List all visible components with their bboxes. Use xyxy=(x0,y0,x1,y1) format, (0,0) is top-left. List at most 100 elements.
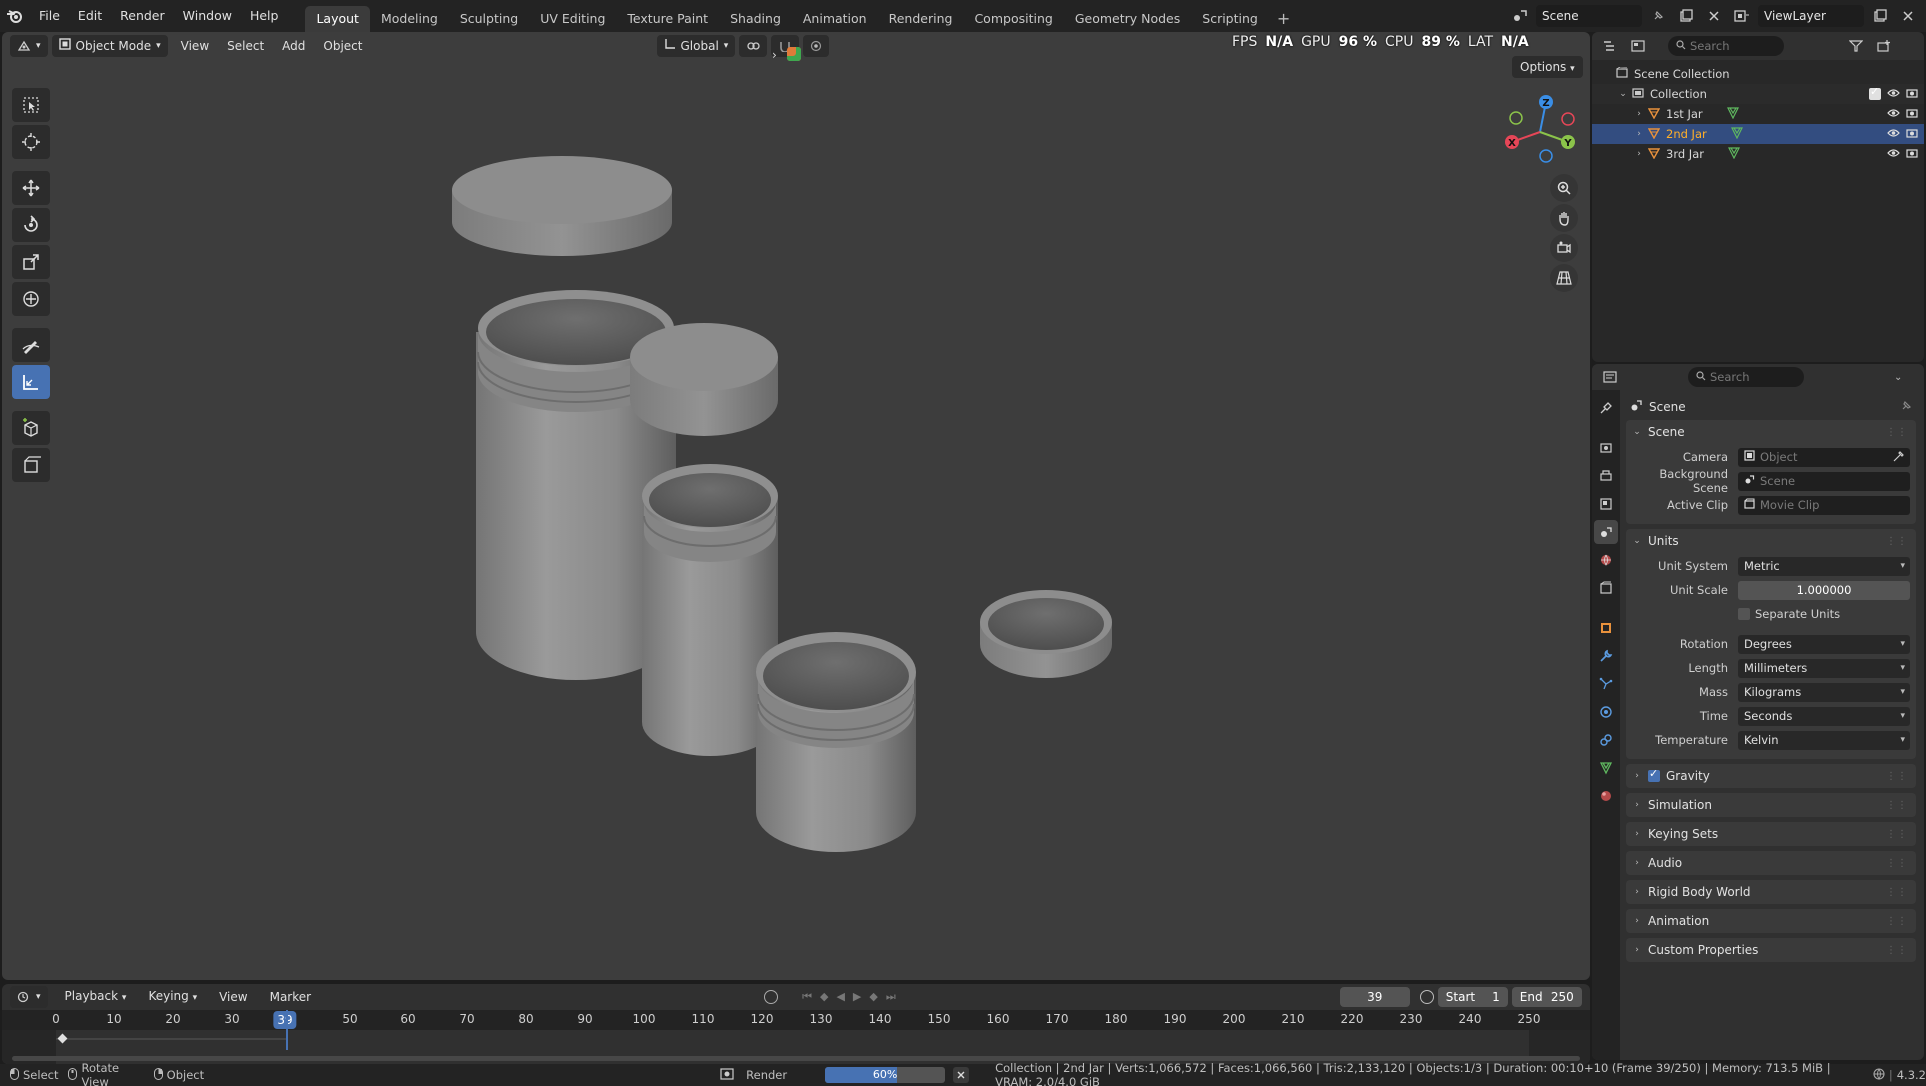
measure-tool[interactable] xyxy=(12,365,50,399)
mesh-data-icon[interactable] xyxy=(1726,106,1739,122)
render-camera-icon[interactable] xyxy=(1906,87,1918,101)
viewport-menu-view[interactable]: View xyxy=(172,35,218,57)
particles-tab-icon[interactable] xyxy=(1594,672,1618,696)
pin-icon[interactable] xyxy=(1646,5,1670,27)
background-scene-field[interactable]: Scene xyxy=(1738,471,1910,491)
chevron-right-icon[interactable]: › xyxy=(1634,109,1644,119)
timeline-ruler[interactable]: 0 10 20 30 39 50 60 70 80 90 100 110 120… xyxy=(2,1010,1590,1030)
gizmo-toggle-icon[interactable] xyxy=(787,47,801,61)
tab-shading[interactable]: Shading xyxy=(719,6,792,32)
play-reverse-icon[interactable]: ◀ xyxy=(836,990,844,1004)
mass-dropdown[interactable]: Kilograms ▾ xyxy=(1738,682,1910,702)
mesh-data-icon[interactable] xyxy=(1727,146,1740,162)
modifier-tab-icon[interactable] xyxy=(1594,644,1618,668)
display-mode-icon[interactable] xyxy=(1626,35,1650,57)
checkbox-box[interactable] xyxy=(1738,608,1750,620)
outliner-scene-collection[interactable]: Scene Collection xyxy=(1592,64,1924,84)
render-tab-icon[interactable] xyxy=(1594,436,1618,460)
drag-handle-icon[interactable]: ⋮⋮ xyxy=(1886,945,1908,956)
menu-help[interactable]: Help xyxy=(241,4,288,28)
collection-tab-icon[interactable] xyxy=(1594,576,1618,600)
drag-handle-icon[interactable]: ⋮⋮ xyxy=(1886,536,1908,547)
properties-editor-type-icon[interactable] xyxy=(1598,366,1622,388)
drag-handle-icon[interactable]: ⋮⋮ xyxy=(1886,887,1908,898)
chevron-down-icon[interactable]: ⌄ xyxy=(1618,89,1628,99)
camera-view-icon[interactable] xyxy=(1550,234,1578,262)
simulation-panel[interactable]: › Simulation ⋮⋮ xyxy=(1626,793,1916,817)
units-panel-header[interactable]: ⌄ Units ⋮⋮ xyxy=(1626,529,1916,553)
tab-sculpting[interactable]: Sculpting xyxy=(449,6,529,32)
drag-handle-icon[interactable]: ⋮⋮ xyxy=(1886,858,1908,869)
eye-icon[interactable] xyxy=(1887,87,1900,101)
3d-viewport[interactable]: ▾ Object Mode ▾ View Select Add Object G… xyxy=(2,32,1590,980)
gravity-panel[interactable]: › Gravity ⋮⋮ xyxy=(1626,764,1916,788)
gizmo-axis-z[interactable]: Z xyxy=(1539,95,1553,109)
eyedropper-icon[interactable] xyxy=(1893,449,1904,468)
camera-field[interactable]: Object xyxy=(1738,447,1910,468)
pivot-point-dropdown[interactable] xyxy=(739,35,768,57)
filter-icon[interactable] xyxy=(1844,35,1868,57)
jar-2-lid[interactable] xyxy=(630,323,778,436)
gizmo-axis-x[interactable]: X xyxy=(1505,135,1519,149)
viewport-menu-add[interactable]: Add xyxy=(273,35,314,57)
timeline-menu-marker[interactable]: Marker xyxy=(261,986,320,1008)
keyframe-marker[interactable] xyxy=(57,1033,68,1044)
keying-sets-panel[interactable]: › Keying Sets ⋮⋮ xyxy=(1626,822,1916,846)
temperature-dropdown[interactable]: Kelvin ▾ xyxy=(1738,730,1910,750)
eye-icon[interactable] xyxy=(1887,107,1900,121)
object-tab-icon[interactable] xyxy=(1594,616,1618,640)
add-workspace-icon[interactable]: + xyxy=(1269,6,1298,32)
jump-end-icon[interactable]: ⏭ xyxy=(886,990,896,1004)
scene-panel-header[interactable]: ⌄ Scene ⋮⋮ xyxy=(1626,420,1916,444)
chevron-right-icon[interactable]: › xyxy=(1634,129,1644,139)
render-camera-icon[interactable] xyxy=(1906,127,1918,141)
prev-keyframe-icon[interactable]: ◆ xyxy=(820,990,828,1004)
blender-logo-icon[interactable] xyxy=(0,0,30,32)
tab-layout[interactable]: Layout xyxy=(305,6,370,32)
annotate-tool[interactable] xyxy=(12,328,50,362)
transform-tool[interactable] xyxy=(12,282,50,316)
tab-uv-editing[interactable]: UV Editing xyxy=(529,6,616,32)
chevron-right-icon[interactable]: › xyxy=(1634,149,1644,159)
rotate-tool[interactable] xyxy=(12,208,50,242)
eye-icon[interactable] xyxy=(1887,127,1900,141)
perspective-grid-icon[interactable] xyxy=(1550,264,1578,292)
transform-orientation-dropdown[interactable]: Global ▾ xyxy=(656,35,736,57)
move-tool[interactable] xyxy=(12,171,50,205)
jar-3-lid[interactable] xyxy=(980,590,1112,678)
new-scene-icon[interactable] xyxy=(1674,5,1698,27)
end-frame-field[interactable]: End 250 xyxy=(1511,987,1582,1007)
auto-keying-toggle-icon[interactable] xyxy=(764,990,779,1004)
new-view-layer-icon[interactable] xyxy=(1868,5,1892,27)
view-layer-tab-icon[interactable] xyxy=(1594,492,1618,516)
menu-window[interactable]: Window xyxy=(174,4,241,28)
editor-type-button[interactable]: ▾ xyxy=(10,35,48,57)
view-layer-icon[interactable] xyxy=(1730,5,1754,27)
object-mode-dropdown[interactable]: Object Mode ▾ xyxy=(51,35,168,57)
navigation-gizmo[interactable]: Z X Y xyxy=(1502,94,1578,170)
world-tab-icon[interactable] xyxy=(1594,548,1618,572)
view-layer-field[interactable]: ViewLayer xyxy=(1758,5,1864,27)
unit-scale-field[interactable]: 1.000000 xyxy=(1738,580,1910,600)
scene-selector-icon[interactable] xyxy=(1508,5,1532,27)
timeline-editor-type-button[interactable]: ▾ xyxy=(10,986,48,1008)
drag-handle-icon[interactable]: ⋮⋮ xyxy=(1886,829,1908,840)
jar-3-body[interactable] xyxy=(756,632,916,852)
play-icon[interactable]: ▶ xyxy=(853,990,861,1004)
data-tab-icon[interactable] xyxy=(1594,756,1618,780)
constraints-tab-icon[interactable] xyxy=(1594,728,1618,752)
menu-render[interactable]: Render xyxy=(111,4,174,28)
playhead-line[interactable] xyxy=(286,1010,288,1050)
select-box-tool[interactable] xyxy=(12,88,50,122)
tab-scripting[interactable]: Scripting xyxy=(1191,6,1269,32)
material-tab-icon[interactable] xyxy=(1594,784,1618,808)
tab-geometry-nodes[interactable]: Geometry Nodes xyxy=(1064,6,1191,32)
length-dropdown[interactable]: Millimeters ▾ xyxy=(1738,658,1910,678)
active-clip-field[interactable]: Movie Clip xyxy=(1738,495,1910,515)
gravity-checkbox[interactable] xyxy=(1648,767,1660,782)
timeline-menu-view[interactable]: View xyxy=(210,986,256,1008)
proportional-editing-toggle[interactable] xyxy=(803,35,830,57)
animation-panel[interactable]: › Animation ⋮⋮ xyxy=(1626,909,1916,933)
header-expand-chevron-icon[interactable]: › xyxy=(772,48,777,62)
scale-tool[interactable] xyxy=(12,245,50,279)
